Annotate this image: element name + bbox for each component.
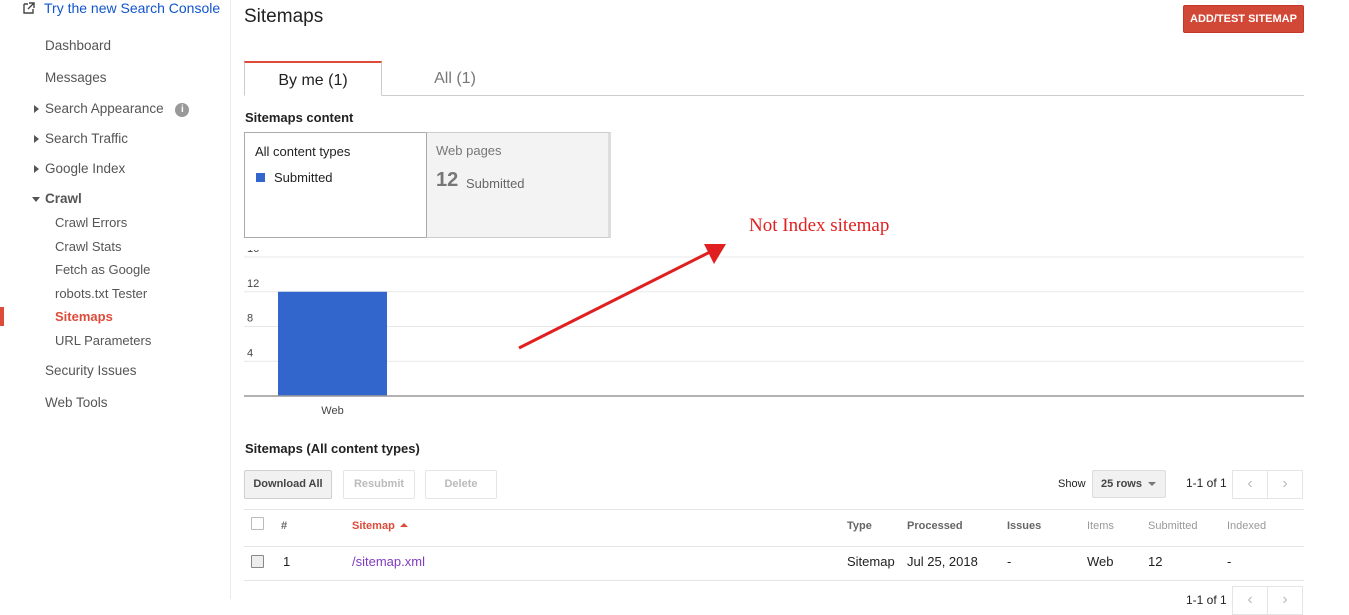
row-number: 1 [283,554,291,569]
y-tick-label: 8 [247,313,253,325]
caret-right-icon [34,105,39,113]
sidebar-item-web-tools[interactable]: Web Tools [45,395,108,410]
pager-text: 1-1 of 1 [1186,476,1227,490]
promo-label: Try the new Search Console [44,0,221,16]
footer-pager-text: 1-1 of 1 [1186,593,1227,607]
col-header-number: # [281,520,288,532]
annotation-text: Not Index sitemap [749,215,890,236]
sidebar-item-label: Search Traffic [45,131,129,146]
web-pages-panel[interactable]: Web pages 12 Submitted [426,132,611,238]
prev-page-button[interactable]: ‹ [1232,470,1268,499]
col-header-submitted: Submitted [1148,520,1198,532]
sidebar-item-search-appearance[interactable]: Search Appearance i [34,101,190,117]
caret-down-icon [32,197,40,202]
sidebar-item-robots-tester[interactable]: robots.txt Tester [55,286,147,301]
rows-per-page-select[interactable]: 25 rows [1092,470,1166,498]
col-header-issues[interactable]: Issues [1007,520,1041,532]
resubmit-button[interactable]: Resubmit [343,470,415,499]
active-indicator [0,307,4,326]
sidebar-item-sitemaps[interactable]: Sitemaps [55,309,113,324]
select-all-checkbox[interactable] [251,517,264,530]
sidebar-item-crawl[interactable]: Crawl [32,191,82,206]
sidebar-item-label: Google Index [45,161,126,176]
footer-prev-page-button[interactable]: ‹ [1232,586,1268,615]
col-header-processed[interactable]: Processed [907,520,963,532]
tab-bar: By me (1) All (1) [244,61,1304,96]
all-content-types-label: All content types [255,144,351,159]
table-header-border [244,546,1304,547]
caret-right-icon [34,165,39,173]
col-header-items: Items [1087,520,1114,532]
submitted-bar-chart: 4 8 12 16 Web [244,250,1304,417]
legend-swatch [256,173,265,182]
col-header-sitemap[interactable]: Sitemap [352,520,408,532]
page-title: Sitemaps [244,6,324,27]
tab-by-me[interactable]: By me (1) [244,61,382,96]
row-submitted: 12 [1148,554,1163,569]
col-header-type[interactable]: Type [847,520,872,532]
all-content-types-panel[interactable]: All content types Submitted [244,132,426,238]
sidebar-item-label: Crawl [45,191,82,206]
web-pages-sub: Submitted [466,176,525,191]
sidebar-item-dashboard[interactable]: Dashboard [45,38,111,53]
bar-web [278,291,387,396]
next-page-button[interactable]: › [1267,470,1303,499]
annotation-arrow-icon [518,244,726,350]
sidebar: Try the new Search Console Dashboard Mes… [0,0,231,599]
col-header-sitemap-label: Sitemap [352,520,395,532]
sitemaps-list-title: Sitemaps (All content types) [245,441,420,456]
sitemaps-content-title: Sitemaps content [245,110,354,125]
sidebar-item-google-index[interactable]: Google Index [34,161,126,176]
rows-value: 25 rows [1101,478,1142,490]
delete-button[interactable]: Delete [425,470,497,499]
y-tick-label: 16 [247,250,259,255]
caret-right-icon [34,135,39,143]
download-all-button[interactable]: Download All [244,470,332,499]
web-pages-count: 12 [436,169,459,191]
sidebar-item-security-issues[interactable]: Security Issues [45,363,137,378]
sidebar-item-fetch-as-google[interactable]: Fetch as Google [55,262,150,277]
footer-next-page-button[interactable]: › [1267,586,1303,615]
table-top-border [244,509,1304,510]
main-content: Sitemaps ADD/TEST SITEMAP By me (1) All … [244,0,1304,615]
row-checkbox[interactable] [251,555,264,568]
sidebar-item-search-traffic[interactable]: Search Traffic [34,131,129,146]
sidebar-item-crawl-errors[interactable]: Crawl Errors [55,215,127,230]
sidebar-item-url-parameters[interactable]: URL Parameters [55,333,151,348]
sort-asc-icon [399,523,408,527]
x-tick-label: Web [321,405,343,417]
info-icon[interactable]: i [175,103,190,117]
row-type: Sitemap [847,554,895,569]
show-label: Show [1058,478,1086,490]
sidebar-item-messages[interactable]: Messages [45,70,107,85]
legend-label: Submitted [274,170,333,185]
row-indexed: - [1227,554,1232,569]
sidebar-item-label: Search Appearance [45,101,164,116]
col-header-indexed: Indexed [1227,520,1267,532]
sitemap-link[interactable]: /sitemap.xml [352,554,425,569]
sidebar-item-crawl-stats[interactable]: Crawl Stats [55,239,121,254]
table-row-border [244,580,1304,581]
row-issues: - [1007,554,1012,569]
new-search-console-link[interactable]: Try the new Search Console [22,0,220,16]
web-pages-label: Web pages [436,143,502,158]
y-tick-label: 12 [247,278,259,290]
add-test-sitemap-button[interactable]: ADD/TEST SITEMAP [1183,5,1304,33]
chevron-down-icon [1148,482,1156,486]
legend-submitted: Submitted [256,170,333,185]
y-tick-label: 4 [247,347,253,359]
row-items: Web [1087,554,1114,569]
tab-all[interactable]: All (1) [382,61,528,96]
external-link-icon [23,2,35,14]
row-processed: Jul 25, 2018 [907,554,978,569]
